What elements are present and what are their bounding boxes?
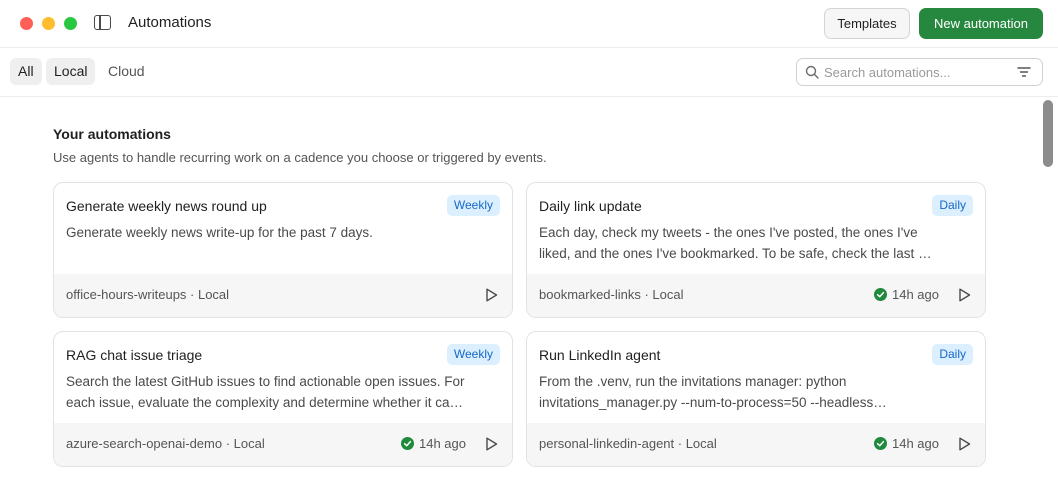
check-circle-icon (401, 437, 414, 450)
card-footer: personal-linkedin-agent · Local 14h ago (527, 423, 985, 466)
filter-tab-cloud[interactable]: Cloud (100, 58, 153, 85)
card-description: Each day, check my tweets - the ones I'v… (539, 225, 934, 261)
search-input[interactable] (824, 62, 1014, 82)
play-icon[interactable] (956, 287, 972, 303)
templates-button[interactable]: Templates (824, 8, 910, 39)
section-title: Your automations (53, 126, 171, 142)
schedule-badge: Daily (932, 195, 973, 216)
last-run-status: 14h ago (401, 436, 466, 451)
search-box (796, 58, 1043, 86)
card-footer: bookmarked-links · Local 14h ago (527, 274, 985, 317)
card-title: Daily link update (539, 198, 642, 214)
filter-bar: All Local Cloud (0, 48, 1058, 97)
automation-card[interactable]: Run LinkedIn agent Daily From the .venv,… (526, 331, 986, 467)
play-icon[interactable] (956, 436, 972, 452)
window-title: Automations (128, 14, 212, 31)
last-run-time: 14h ago (892, 287, 939, 302)
card-description: Search the latest GitHub issues to find … (66, 374, 465, 410)
last-run-time: 14h ago (419, 436, 466, 451)
card-meta: bookmarked-links · Local (539, 287, 684, 302)
schedule-badge: Daily (932, 344, 973, 365)
minimize-window-button[interactable] (42, 17, 55, 30)
automation-card[interactable]: Generate weekly news round up Weekly Gen… (53, 182, 513, 318)
card-title: Run LinkedIn agent (539, 347, 661, 363)
automation-card[interactable]: Daily link update Daily Each day, check … (526, 182, 986, 318)
filter-tab-all[interactable]: All (10, 58, 42, 85)
last-run-time: 14h ago (892, 436, 939, 451)
close-window-button[interactable] (20, 17, 33, 30)
last-run-status: 14h ago (874, 287, 939, 302)
card-footer: office-hours-writeups · Local (54, 274, 512, 317)
card-meta: azure-search-openai-demo · Local (66, 436, 265, 451)
card-meta: office-hours-writeups · Local (66, 287, 230, 302)
filter-icon[interactable] (1017, 66, 1031, 78)
card-title: Generate weekly news round up (66, 198, 267, 214)
check-circle-icon (874, 288, 887, 301)
new-automation-button[interactable]: New automation (919, 8, 1043, 39)
automation-card[interactable]: RAG chat issue triage Weekly Search the … (53, 331, 513, 467)
schedule-badge: Weekly (446, 344, 500, 365)
card-description: From the .venv, run the invitations mana… (539, 374, 874, 410)
schedule-badge: Weekly (446, 195, 500, 216)
card-meta: personal-linkedin-agent · Local (539, 436, 717, 451)
section-description: Use agents to handle recurring work on a… (53, 150, 547, 165)
zoom-window-button[interactable] (64, 17, 77, 30)
title-bar: Automations Templates New automation (0, 0, 1058, 48)
check-circle-icon (874, 437, 887, 450)
play-icon[interactable] (483, 436, 499, 452)
card-footer: azure-search-openai-demo · Local 14h ago (54, 423, 512, 466)
play-icon[interactable] (483, 287, 499, 303)
card-description: Generate weekly news write-up for the pa… (66, 225, 373, 240)
sidebar-toggle-icon[interactable] (94, 15, 111, 30)
filter-tab-local[interactable]: Local (46, 58, 96, 85)
last-run-status: 14h ago (874, 436, 939, 451)
search-icon (805, 65, 819, 79)
card-title: RAG chat issue triage (66, 347, 203, 363)
scrollbar-thumb[interactable] (1043, 100, 1053, 167)
